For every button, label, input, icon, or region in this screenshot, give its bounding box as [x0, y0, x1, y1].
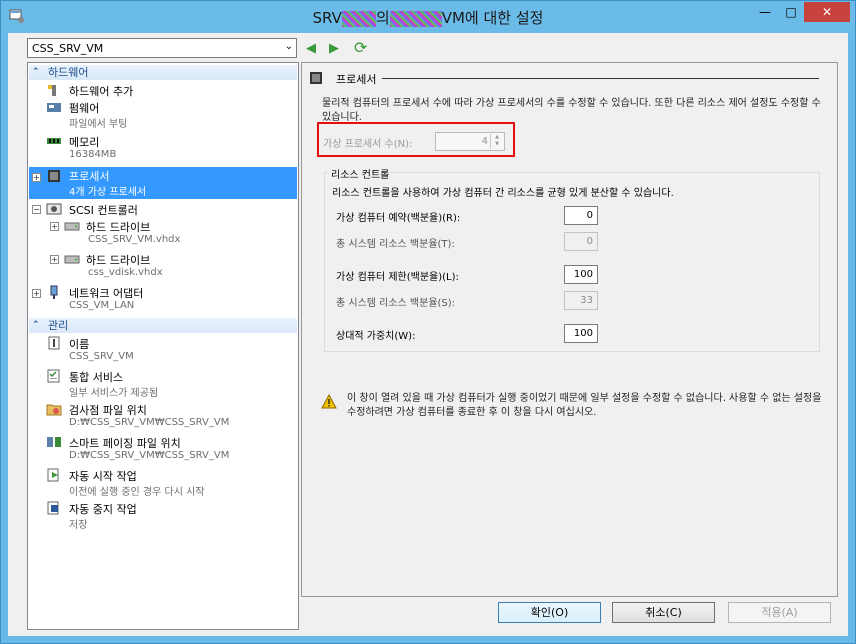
- tree-item-smart-paging-location-detail: D:₩CSS_SRV_VM₩CSS_SRV_VM: [69, 450, 230, 461]
- collapse-icon[interactable]: −: [32, 205, 41, 214]
- tree-item-checkpoint-location[interactable]: 검사점 파일 위치: [69, 402, 147, 418]
- tree-item-hard-drive-2[interactable]: 하드 드라이브: [86, 252, 150, 268]
- expand-icon[interactable]: +: [50, 222, 59, 231]
- auto-start-icon: [47, 468, 59, 482]
- system-percent-reserve-value: 0: [564, 232, 598, 251]
- hard-drive-icon: [64, 255, 80, 264]
- settings-tree: ⌃ 하드웨어 하드웨어 추가 펌웨어 파일에서 부팅 메모리 16384MB +…: [27, 62, 299, 630]
- redacted-text: [389, 10, 442, 27]
- forward-arrow-icon[interactable]: ▶: [329, 41, 339, 56]
- tree-item-network-adapter[interactable]: 네트워크 어댑터: [69, 285, 143, 301]
- heading-divider: [382, 78, 819, 79]
- tree-item-network-adapter-detail: CSS_VM_LAN: [69, 300, 135, 311]
- window-title: SRV 의 VM에 대한 설정: [312, 9, 544, 27]
- collapse-chevron-icon: ⌃: [32, 320, 40, 330]
- tree-item-firmware[interactable]: 펌웨어: [69, 100, 99, 116]
- maximize-button[interactable]: □: [778, 2, 804, 22]
- vm-reserve-label: 가상 컴퓨터 예약(백분율)(R):: [336, 213, 461, 224]
- processor-icon: [310, 72, 322, 84]
- processor-icon: [48, 170, 60, 182]
- tree-item-integration-services-detail: 일부 서비스가 제공됨: [69, 388, 159, 399]
- vcpu-count-stepper[interactable]: 4 ▲ ▼: [435, 132, 505, 151]
- relative-weight-label: 상대적 가중치(W):: [336, 331, 416, 342]
- auto-stop-icon: [47, 501, 59, 515]
- close-button[interactable]: ✕: [804, 2, 850, 22]
- processor-settings-panel: 프로세서 물리적 컴퓨터의 프로세서 수에 따라 가상 프로세서의 수를 수정할…: [301, 62, 838, 597]
- tree-item-auto-stop-detail: 저장: [69, 520, 88, 531]
- chevron-down-icon: ⌄: [284, 41, 293, 52]
- network-adapter-icon: [50, 285, 58, 299]
- tree-item-integration-services[interactable]: 통합 서비스: [69, 369, 123, 385]
- resource-control-description: 리소스 컨트롤을 사용하여 가상 컴퓨터 간 리소스를 균형 있게 분산할 수 …: [332, 188, 674, 199]
- name-icon: [48, 336, 60, 350]
- scsi-controller-icon: [46, 203, 62, 215]
- cancel-button[interactable]: 취소(C): [612, 602, 715, 623]
- tree-item-hard-drive-1-detail: CSS_SRV_VM.vhdx: [88, 234, 181, 245]
- apply-button[interactable]: 적용(A): [728, 602, 831, 623]
- vm-select-value: CSS_SRV_VM: [32, 42, 104, 55]
- vm-limit-input[interactable]: 100: [564, 265, 598, 284]
- tree-item-firmware-detail: 파일에서 부팅: [69, 119, 128, 130]
- vcpu-count-value: 4: [481, 136, 488, 147]
- dialog-client: CSS_SRV_VM ⌄ ◀ ▶ ⟳ ⌃ 하드웨어 하드웨어 추가 펌웨어 파일…: [8, 33, 848, 636]
- refresh-icon[interactable]: ⟳: [354, 38, 367, 57]
- tree-item-processor-detail: 4개 가상 프로세서: [69, 187, 147, 198]
- tree-item-memory[interactable]: 메모리: [69, 134, 99, 150]
- system-percent-reserve-label: 총 시스템 리소스 백분율(T):: [336, 239, 455, 250]
- tree-item-scsi-controller[interactable]: SCSI 컨트롤러: [69, 202, 138, 218]
- tree-item-add-hardware[interactable]: 하드웨어 추가: [69, 83, 133, 99]
- vm-limit-label: 가상 컴퓨터 제한(백분율)(L):: [336, 272, 459, 283]
- settings-window: SRV 의 VM에 대한 설정 — □ ✕ CSS_SRV_VM ⌄ ◀ ▶ ⟳ ⌃…: [0, 0, 856, 644]
- processor-description: 물리적 컴퓨터의 프로세서 수에 따라 가상 프로세서의 수를 수정할 수 있습…: [322, 98, 821, 123]
- tree-item-smart-paging-location[interactable]: 스마트 페이징 파일 위치: [69, 435, 181, 451]
- tree-item-memory-detail: 16384MB: [69, 149, 117, 160]
- expand-icon[interactable]: +: [32, 289, 41, 298]
- vm-select[interactable]: CSS_SRV_VM ⌄: [27, 38, 297, 58]
- expand-icon[interactable]: +: [32, 173, 41, 182]
- tree-item-auto-start[interactable]: 자동 시작 작업: [69, 468, 137, 484]
- resource-control-title: 리소스 컨트롤: [329, 166, 392, 181]
- vcpu-count-label: 가상 프로세서 수(N):: [323, 139, 413, 150]
- ok-button[interactable]: 확인(O): [498, 602, 601, 623]
- title-bar[interactable]: SRV 의 VM에 대한 설정 — □ ✕: [1, 1, 855, 34]
- tree-item-hard-drive-2-detail: css_vdisk.vhdx: [88, 267, 163, 278]
- warning-icon: [321, 394, 337, 409]
- tree-item-hard-drive-1[interactable]: 하드 드라이브: [86, 219, 150, 235]
- redacted-text: [341, 10, 376, 27]
- tree-item-name[interactable]: 이름: [69, 336, 89, 352]
- vm-reserve-input[interactable]: 0: [564, 206, 598, 225]
- tree-item-auto-stop[interactable]: 자동 중지 작업: [69, 501, 137, 517]
- minimize-button[interactable]: —: [752, 2, 778, 22]
- hard-drive-icon: [64, 222, 80, 231]
- relative-weight-input[interactable]: 100: [564, 324, 598, 343]
- integration-services-icon: [47, 369, 60, 383]
- hardware-add-icon: [48, 85, 56, 96]
- smart-paging-icon: [47, 437, 61, 447]
- tree-item-processor[interactable]: 프로세서: [69, 168, 109, 184]
- spin-arrows-icon[interactable]: ▲ ▼: [490, 134, 503, 149]
- tree-item-auto-start-detail: 이전에 실행 중인 경우 다시 시작: [69, 487, 205, 498]
- collapse-chevron-icon: ⌃: [32, 67, 40, 77]
- management-section-header[interactable]: ⌃ 관리: [29, 318, 297, 333]
- system-percent-limit-value: 33: [564, 291, 598, 310]
- checkpoint-folder-icon: [46, 404, 62, 416]
- panel-heading: 프로세서: [336, 73, 377, 86]
- tree-item-name-detail: CSS_SRV_VM: [69, 351, 134, 362]
- system-percent-limit-label: 총 시스템 리소스 백분율(S):: [336, 298, 456, 309]
- hardware-section-header[interactable]: ⌃ 하드웨어: [29, 65, 297, 80]
- warning-message: 이 창이 열려 있을 때 가상 컴퓨터가 실행 중이었기 때문에 일부 설정을 …: [347, 393, 822, 418]
- expand-icon[interactable]: +: [50, 255, 59, 264]
- tree-item-checkpoint-location-detail: D:₩CSS_SRV_VM₩CSS_SRV_VM: [69, 417, 230, 428]
- memory-icon: [47, 138, 61, 144]
- firmware-icon: [47, 103, 61, 112]
- back-arrow-icon[interactable]: ◀: [306, 41, 316, 56]
